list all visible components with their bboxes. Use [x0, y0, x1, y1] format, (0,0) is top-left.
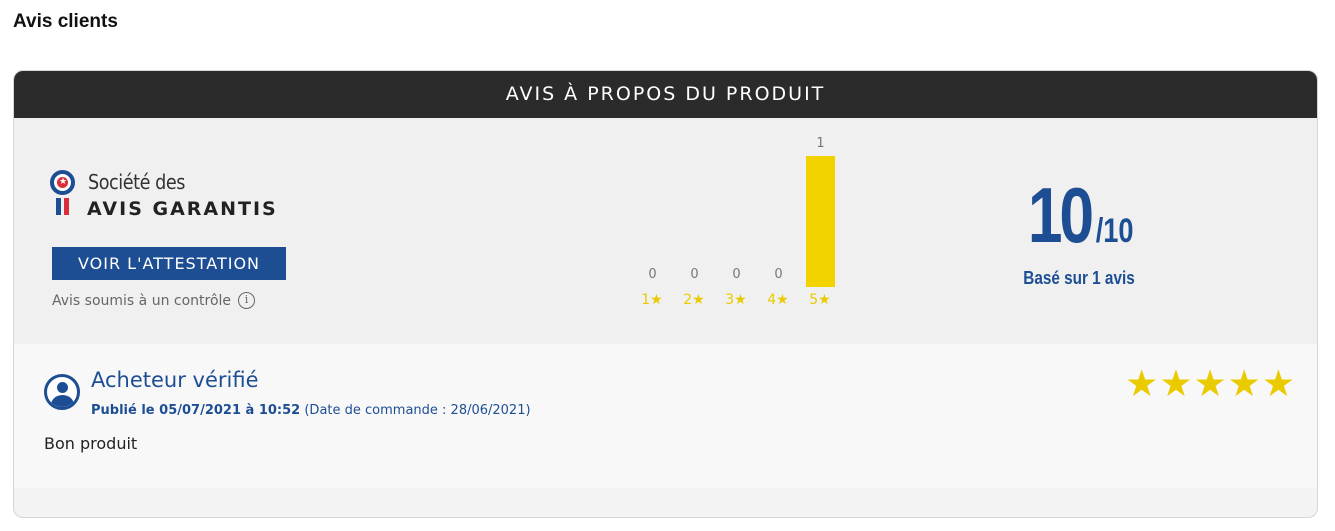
star-icon-4: ★ — [1227, 363, 1261, 404]
order-date: (Date de commande : 28/06/2021) — [304, 403, 531, 418]
histogram-label-3: 3★ — [725, 292, 747, 308]
histogram-count-2: 0 — [690, 267, 699, 282]
review-item: Acheteur vérifié Publié le 05/07/2021 à … — [14, 344, 1317, 488]
histogram-count-4: 0 — [774, 267, 783, 282]
review-date: Publié le 05/07/2021 à 10:52 (Date de co… — [91, 403, 531, 418]
histogram-bar-5 — [806, 156, 835, 287]
user-avatar-icon — [44, 374, 80, 410]
star-icon: ★ — [59, 176, 68, 186]
histogram-label-5: 5★ — [809, 292, 831, 308]
card-header: AVIS À PROPOS DU PRODUIT — [14, 71, 1317, 118]
histogram-count-1: 0 — [648, 267, 657, 282]
overall-score: 10/10 — [984, 170, 1174, 261]
star-icon-2: ★ — [1159, 363, 1193, 404]
star-icon-5: ★ — [1261, 363, 1295, 404]
page-title: Avis clients — [13, 11, 118, 32]
review-rating-stars: ★ ★ ★ ★ ★ — [1125, 364, 1295, 404]
score-value: 10 — [1027, 171, 1094, 259]
histogram-label-1: 1★ — [641, 292, 663, 308]
reviewer-name: Acheteur vérifié — [91, 368, 259, 392]
histogram-count-5: 1 — [816, 136, 825, 151]
histogram-label-4: 4★ — [767, 292, 789, 308]
score-max: /10 — [1095, 212, 1134, 250]
reviews-card: AVIS À PROPOS DU PRODUIT ★ Société des A… — [13, 70, 1318, 518]
reviews-summary: ★ Société des AVIS GARANTIS VOIR L'ATTES… — [14, 118, 1317, 344]
score-based-on: Basé sur 1 avis — [1023, 268, 1135, 288]
histogram-count-3: 0 — [732, 267, 741, 282]
histogram-label-2: 2★ — [683, 292, 705, 308]
star-icon-1: ★ — [1125, 363, 1159, 404]
star-icon-3: ★ — [1193, 363, 1227, 404]
review-text: Bon produit — [44, 434, 138, 453]
published-date: Publié le 05/07/2021 à 10:52 — [91, 403, 301, 418]
